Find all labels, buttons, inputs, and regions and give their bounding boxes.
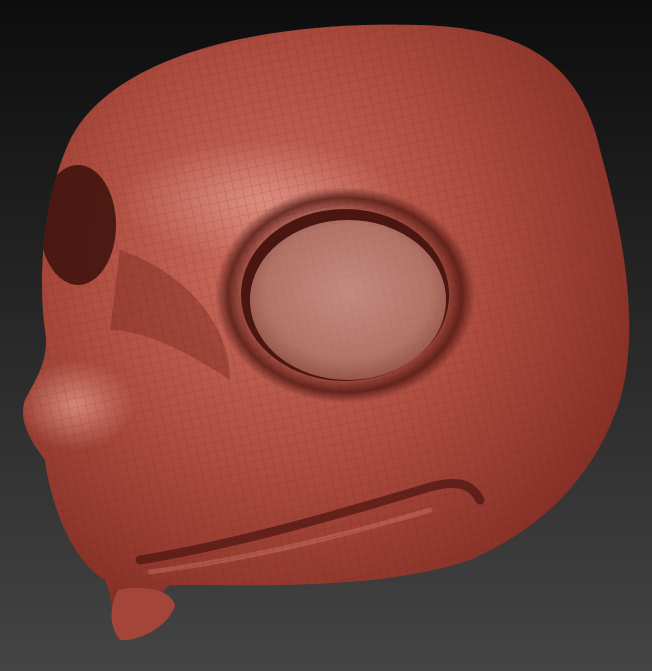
eye-wire-overlay <box>250 220 446 380</box>
viewport-canvas[interactable] <box>0 0 652 671</box>
zbrush-viewport[interactable] <box>0 0 652 671</box>
